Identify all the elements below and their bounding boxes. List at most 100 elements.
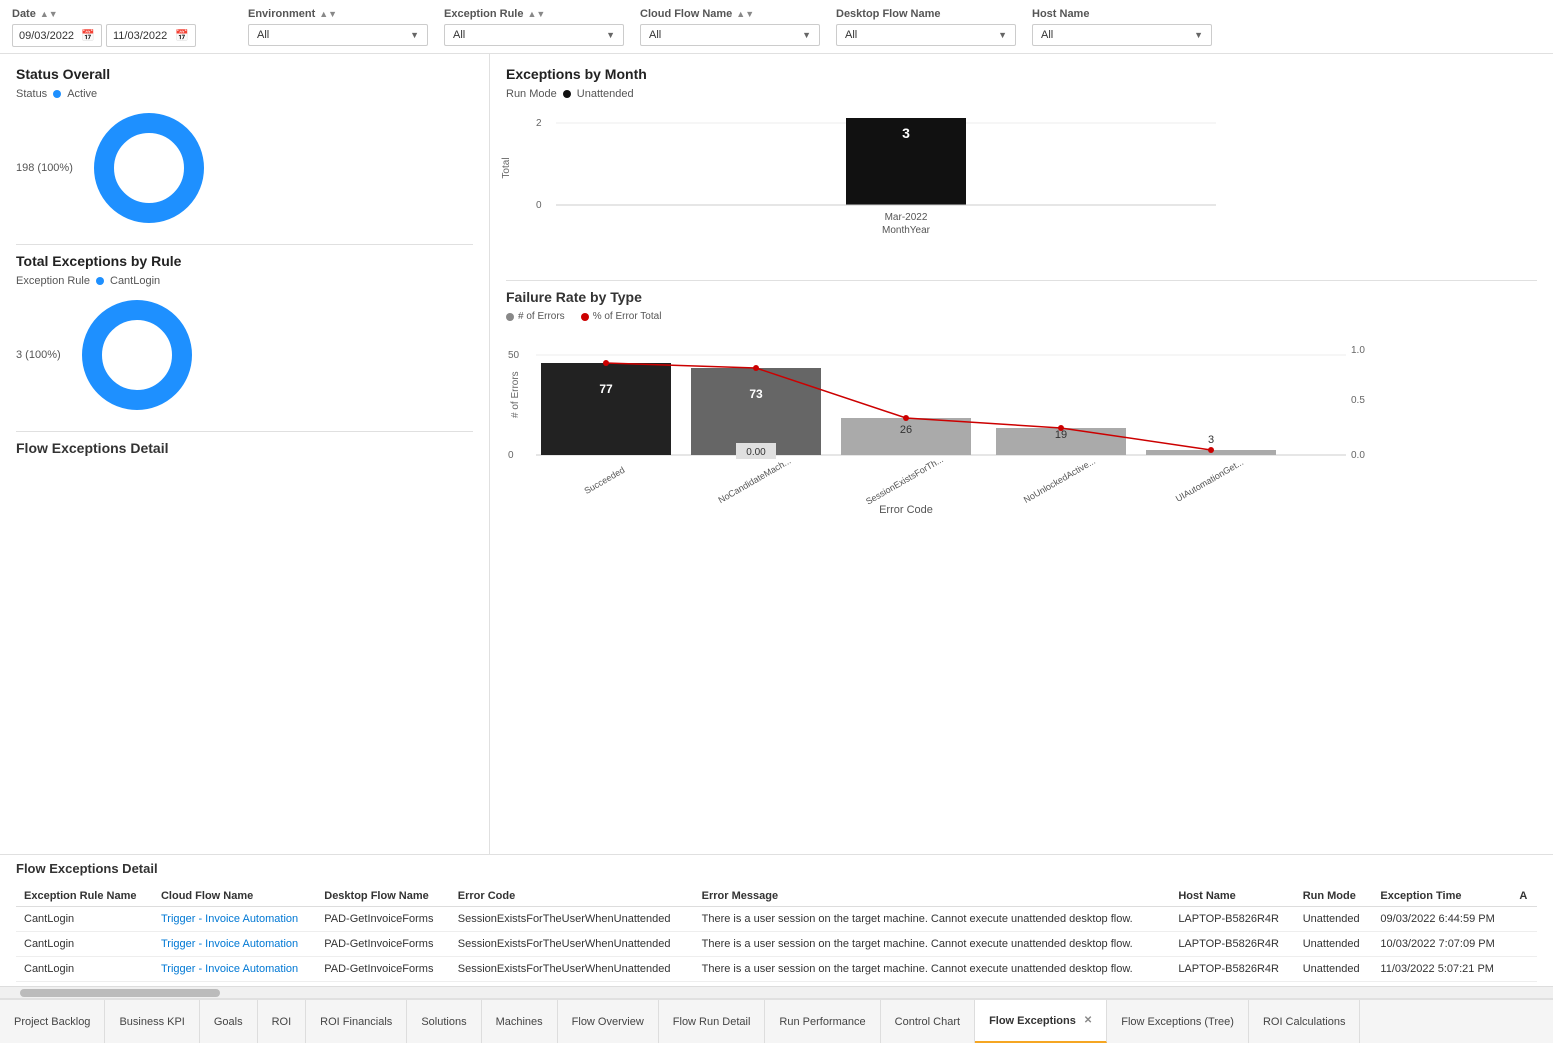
tab-flow-run-detail[interactable]: Flow Run Detail [659, 1000, 766, 1043]
tab-flow-exceptions-tree[interactable]: Flow Exceptions (Tree) [1107, 1000, 1249, 1043]
cell-error-message: There is a user session on the target ma… [694, 932, 1171, 957]
exc-sort-icon: ▲▼ [527, 9, 545, 19]
svg-text:0: 0 [508, 450, 514, 461]
tab-label: Goals [214, 1016, 243, 1028]
environment-filter-group: Environment ▲▼ All ▼ [248, 8, 428, 46]
tab-machines[interactable]: Machines [482, 1000, 558, 1043]
tab-label: Flow Overview [572, 1016, 644, 1028]
tab-project-backlog[interactable]: Project Backlog [0, 1000, 105, 1043]
cloud-flow-dropdown[interactable]: All ▼ [640, 24, 820, 46]
tab-control-chart[interactable]: Control Chart [881, 1000, 975, 1043]
date-input-row: 09/03/2022 📅 11/03/2022 📅 [12, 24, 232, 47]
environment-dropdown[interactable]: All ▼ [248, 24, 428, 46]
cell-a [1511, 907, 1537, 932]
tab-roi-calculations[interactable]: ROI Calculations [1249, 1000, 1361, 1043]
tab-label: Solutions [421, 1016, 466, 1028]
divider-1 [16, 244, 473, 245]
cell-exception-time: 10/03/2022 7:07:09 PM [1372, 932, 1511, 957]
col-a: A [1511, 886, 1537, 907]
status-donut-chart [89, 108, 209, 228]
cell-exception-rule: CantLogin [16, 932, 153, 957]
tab-flow-exceptions[interactable]: Flow Exceptions ✕ [975, 1000, 1107, 1043]
desktop-flow-filter-label: Desktop Flow Name [836, 8, 1016, 20]
col-exception-time: Exception Time [1372, 886, 1511, 907]
tab-label: Flow Run Detail [673, 1016, 751, 1028]
tab-roi[interactable]: ROI [258, 1000, 307, 1043]
svg-text:26: 26 [900, 424, 912, 436]
cell-exception-time: 11/03/2022 5:07:21 PM [1372, 957, 1511, 982]
tab-label: Project Backlog [14, 1016, 90, 1028]
run-mode-subtitle: Run Mode Unattended [506, 88, 1537, 100]
tab-label: Run Performance [779, 1016, 865, 1028]
svg-text:0.0: 0.0 [1351, 450, 1365, 461]
failure-rate-chart-container: 50 0 # of Errors 1.0 0.5 0.0 77 73 [506, 328, 1537, 521]
cell-a [1511, 957, 1537, 982]
date-sort-icon: ▲▼ [40, 9, 58, 19]
flow-exceptions-detail-title: Flow Exceptions Detail [16, 440, 473, 456]
exceptions-donut-chart [77, 295, 197, 415]
failure-rate-legend: # of Errors % of Error Total [506, 311, 1537, 322]
cell-cloud-flow[interactable]: Trigger - Invoice Automation [153, 957, 316, 982]
date-start-input[interactable]: 09/03/2022 📅 [12, 24, 102, 47]
svg-text:50: 50 [508, 350, 520, 361]
tab-label: Flow Exceptions (Tree) [1121, 1016, 1234, 1028]
date-end-input[interactable]: 11/03/2022 📅 [106, 24, 196, 47]
tab-goals[interactable]: Goals [200, 1000, 258, 1043]
host-name-filter-group: Host Name All ▼ [1032, 8, 1212, 46]
month-y-axis-label: Total [501, 157, 512, 178]
calendar-end-icon: 📅 [175, 29, 189, 42]
filter-bar: Date ▲▼ 09/03/2022 📅 11/03/2022 📅 Enviro… [0, 0, 1553, 54]
exc-rule-dot [96, 277, 104, 285]
tab-business-kpi[interactable]: Business KPI [105, 1000, 199, 1043]
svg-text:Succeeded: Succeeded [582, 465, 626, 496]
cell-cloud-flow[interactable]: Trigger - Invoice Automation [153, 932, 316, 957]
cf-chevron-icon: ▼ [802, 30, 811, 40]
tab-roi-financials[interactable]: ROI Financials [306, 1000, 407, 1043]
svg-text:73: 73 [749, 387, 763, 401]
cell-exception-rule: CantLogin [16, 957, 153, 982]
flow-exceptions-table: Exception Rule Name Cloud Flow Name Desk… [16, 886, 1537, 982]
exception-rule-filter-label: Exception Rule ▲▼ [444, 8, 624, 20]
horizontal-scrollbar[interactable] [0, 986, 1553, 998]
scrollbar-thumb[interactable] [20, 989, 220, 997]
cell-cloud-flow[interactable]: Trigger - Invoice Automation [153, 907, 316, 932]
svg-text:UIAutomationGet...: UIAutomationGet... [1174, 457, 1245, 504]
status-donut-label: 198 (100%) [16, 162, 73, 174]
svg-text:0: 0 [536, 200, 542, 211]
calendar-start-icon: 📅 [81, 29, 95, 42]
table-row[interactable]: CantLogin Trigger - Invoice Automation P… [16, 932, 1537, 957]
tab-label: Flow Exceptions [989, 1015, 1076, 1027]
flow-exceptions-detail-section: Flow Exceptions Detail [16, 440, 473, 456]
month-chart-svg: 2 0 3 Mar-2022 MonthYear [536, 108, 1216, 263]
desktop-flow-dropdown[interactable]: All ▼ [836, 24, 1016, 46]
divider-2 [16, 431, 473, 432]
cell-run-mode: Unattended [1295, 932, 1373, 957]
cell-run-mode: Unattended [1295, 957, 1373, 982]
table-header-row: Exception Rule Name Cloud Flow Name Desk… [16, 886, 1537, 907]
tab-label: Control Chart [895, 1016, 960, 1028]
svg-text:SessionExistsForTh...: SessionExistsForTh... [864, 454, 945, 506]
tab-close-button[interactable]: ✕ [1084, 1015, 1092, 1026]
tab-run-performance[interactable]: Run Performance [765, 1000, 880, 1043]
run-mode-dot [563, 90, 571, 98]
cell-desktop-flow: PAD-GetInvoiceForms [316, 932, 450, 957]
cell-run-mode: Unattended [1295, 907, 1373, 932]
legend-pct: % of Error Total [581, 311, 662, 322]
host-name-dropdown[interactable]: All ▼ [1032, 24, 1212, 46]
run-mode-value: Unattended [577, 88, 634, 100]
col-run-mode: Run Mode [1295, 886, 1373, 907]
tab-solutions[interactable]: Solutions [407, 1000, 481, 1043]
main-content: Status Overall Status Active 198 (100%) … [0, 54, 1553, 854]
legend-pct-label: % of Error Total [593, 311, 662, 322]
cell-host-name: LAPTOP-B5826R4R [1170, 957, 1294, 982]
svg-text:NoUnlockedActive...: NoUnlockedActive... [1022, 456, 1097, 505]
col-desktop-flow: Desktop Flow Name [316, 886, 450, 907]
cell-host-name: LAPTOP-B5826R4R [1170, 932, 1294, 957]
df-chevron-icon: ▼ [998, 30, 1007, 40]
table-row[interactable]: CantLogin Trigger - Invoice Automation P… [16, 957, 1537, 982]
cell-error-message: There is a user session on the target ma… [694, 957, 1171, 982]
exception-rule-dropdown[interactable]: All ▼ [444, 24, 624, 46]
table-row[interactable]: CantLogin Trigger - Invoice Automation P… [16, 907, 1537, 932]
tab-label: ROI [272, 1016, 292, 1028]
tab-flow-overview[interactable]: Flow Overview [558, 1000, 659, 1043]
